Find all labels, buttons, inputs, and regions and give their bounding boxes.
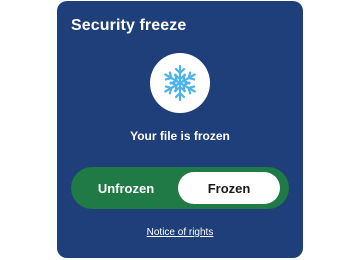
freeze-status-text: Your file is frozen: [130, 129, 230, 143]
freeze-toggle[interactable]: Unfrozen Frozen: [71, 167, 289, 209]
toggle-option-frozen[interactable]: Frozen: [178, 172, 280, 204]
snowflake-icon: [161, 64, 199, 102]
card-title: Security freeze: [71, 17, 187, 34]
notice-of-rights-link[interactable]: Notice of rights: [57, 227, 303, 238]
freeze-status-badge: [150, 53, 210, 113]
toggle-option-unfrozen[interactable]: Unfrozen: [71, 167, 181, 209]
security-freeze-card: Security freeze Your file is frozen Unfr…: [57, 1, 303, 258]
